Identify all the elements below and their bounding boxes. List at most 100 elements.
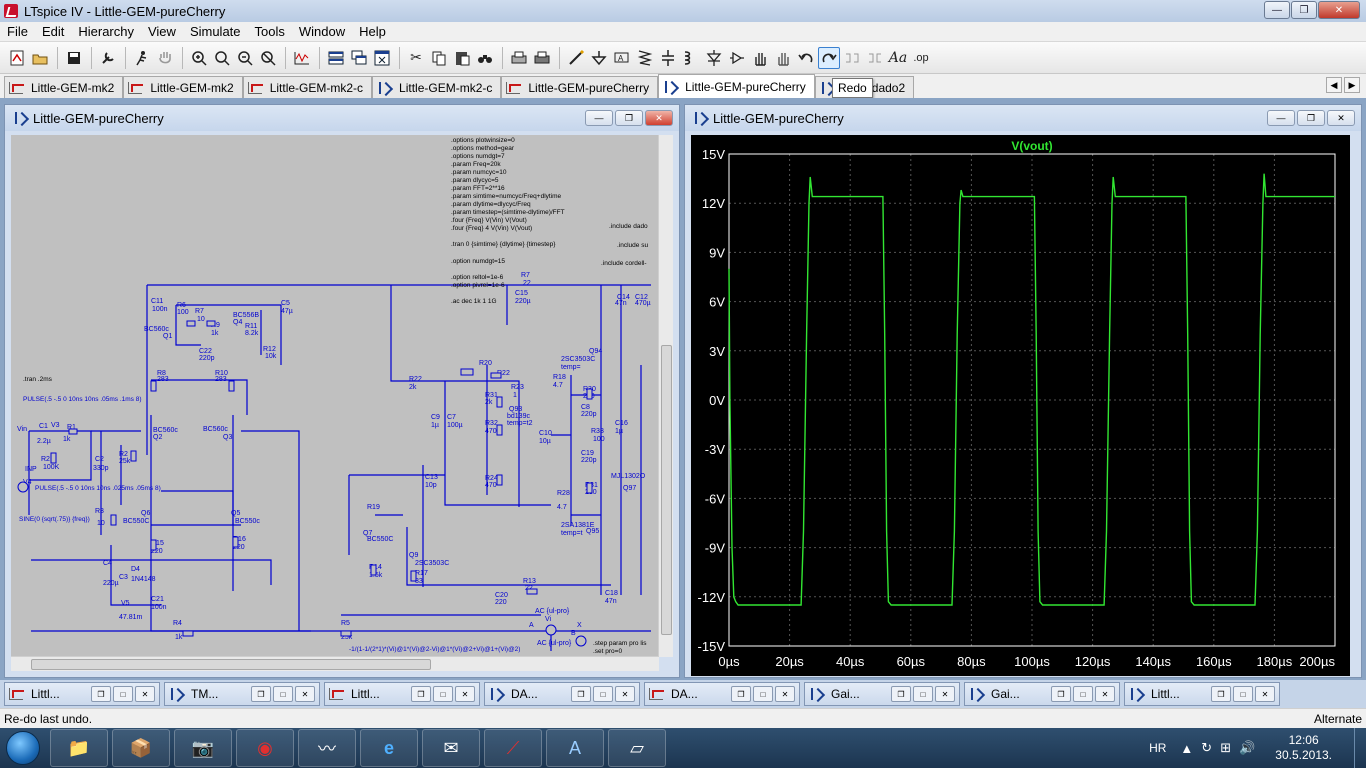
minimized-window[interactable]: Littl... ❐ □ ✕ bbox=[324, 682, 480, 706]
waveform-window-titlebar[interactable]: Little-GEM-pureCherry — ❐ ✕ bbox=[685, 105, 1361, 131]
schematic-vertical-scrollbar[interactable] bbox=[658, 135, 673, 657]
zoom-in-icon[interactable] bbox=[188, 47, 210, 69]
tile-horizontal-icon[interactable] bbox=[325, 47, 347, 69]
restore-button[interactable]: ❐ bbox=[1297, 110, 1325, 126]
text-icon[interactable]: Aa bbox=[887, 47, 909, 69]
restore-button[interactable]: ❐ bbox=[411, 686, 431, 702]
close-button[interactable]: ✕ bbox=[935, 686, 955, 702]
maximize-button[interactable]: □ bbox=[593, 686, 613, 702]
tab-little-gem-purecherry-wave[interactable]: Little-GEM-pureCherry bbox=[501, 76, 659, 98]
outlook-icon[interactable]: ✉ bbox=[422, 729, 480, 767]
tab-little-gem-mk2-wave[interactable]: Little-GEM-mk2 bbox=[4, 76, 124, 98]
open-icon[interactable] bbox=[29, 47, 51, 69]
show-desktop-button[interactable] bbox=[1354, 728, 1366, 768]
minimize-button[interactable]: — bbox=[585, 110, 613, 126]
ie-icon[interactable]: e bbox=[360, 729, 418, 767]
inductor-icon[interactable] bbox=[680, 47, 702, 69]
mirror-icon[interactable] bbox=[864, 47, 886, 69]
scope-icon[interactable]: 〰 bbox=[298, 729, 356, 767]
restore-button[interactable]: ❐ bbox=[1291, 1, 1317, 19]
redo-icon[interactable] bbox=[818, 46, 840, 69]
close-button[interactable]: ✕ bbox=[1318, 1, 1360, 19]
network-icon[interactable]: ⊞ bbox=[1220, 740, 1231, 756]
ltspice-app-icon[interactable] bbox=[4, 4, 18, 18]
close-button[interactable]: ✕ bbox=[135, 686, 155, 702]
undo-icon[interactable] bbox=[795, 47, 817, 69]
waveform-icon[interactable] bbox=[291, 47, 313, 69]
tab-little-gem-purecherry-schematic[interactable]: Little-GEM-pureCherry bbox=[658, 74, 815, 98]
component-icon[interactable] bbox=[726, 47, 748, 69]
find-icon[interactable] bbox=[474, 47, 496, 69]
installer-icon[interactable]: 📦 bbox=[112, 729, 170, 767]
cut-icon[interactable]: ✂ bbox=[405, 47, 427, 69]
minimized-window[interactable]: Gai... ❐ □ ✕ bbox=[804, 682, 960, 706]
schematic-canvas[interactable]: C11100n R6100 R710 R91k R118.2k C547µ R1… bbox=[11, 135, 659, 657]
tab-little-gem-mk2-c-schematic[interactable]: Little-GEM-mk2-c bbox=[372, 76, 502, 98]
trace-name-label[interactable]: V(vout) bbox=[1011, 139, 1052, 153]
plot-canvas[interactable]: 15V 12V 9V 6V 3V 0V -3V -6V -9V -12V -15V 0µs 20µs 4… bbox=[691, 135, 1350, 676]
start-button[interactable] bbox=[0, 728, 46, 768]
minimized-window[interactable]: DA... ❐ □ ✕ bbox=[644, 682, 800, 706]
schematic-window-titlebar[interactable]: Little-GEM-pureCherry — ❐ ✕ bbox=[5, 105, 679, 131]
volume-icon[interactable]: 🔊 bbox=[1239, 740, 1255, 756]
close-button[interactable]: ✕ bbox=[1327, 110, 1355, 126]
minimize-button[interactable]: — bbox=[1264, 1, 1290, 19]
close-button[interactable]: ✕ bbox=[615, 686, 635, 702]
restore-button[interactable]: ❐ bbox=[891, 686, 911, 702]
show-hidden-icons-icon[interactable]: ▲ bbox=[1180, 741, 1193, 756]
tab-scroll-left-icon[interactable]: ◀ bbox=[1326, 77, 1342, 93]
maximize-button[interactable]: □ bbox=[913, 686, 933, 702]
restore-button[interactable]: ❐ bbox=[731, 686, 751, 702]
restore-button[interactable]: ❐ bbox=[251, 686, 271, 702]
camera-icon[interactable]: 📷 bbox=[174, 729, 232, 767]
explorer-icon[interactable]: 📁 bbox=[50, 729, 108, 767]
restore-button[interactable]: ❐ bbox=[1211, 686, 1231, 702]
maximize-button[interactable]: □ bbox=[433, 686, 453, 702]
close-button[interactable]: ✕ bbox=[1255, 686, 1275, 702]
tab-little-gem-mk2-c-wave[interactable]: Little-GEM-mk2-c bbox=[242, 76, 373, 98]
close-button[interactable]: ✕ bbox=[775, 686, 795, 702]
menu-file[interactable]: File bbox=[0, 24, 35, 39]
notepad-icon[interactable]: ▱ bbox=[608, 729, 666, 767]
restore-button[interactable]: ❐ bbox=[615, 110, 643, 126]
clock[interactable]: 12:06 30.5.2013. bbox=[1275, 733, 1332, 763]
zoom-pan-icon[interactable] bbox=[211, 47, 233, 69]
paste-icon[interactable] bbox=[451, 47, 473, 69]
minimize-button[interactable]: — bbox=[1267, 110, 1295, 126]
ground-icon[interactable] bbox=[588, 47, 610, 69]
menu-help[interactable]: Help bbox=[352, 24, 393, 39]
restore-button[interactable]: ❐ bbox=[91, 686, 111, 702]
maximize-button[interactable]: □ bbox=[1073, 686, 1093, 702]
zoom-out-icon[interactable] bbox=[234, 47, 256, 69]
tab-scroll-right-icon[interactable]: ▶ bbox=[1344, 77, 1360, 93]
close-button[interactable]: ✕ bbox=[645, 110, 673, 126]
menu-edit[interactable]: Edit bbox=[35, 24, 71, 39]
resistor-icon[interactable] bbox=[634, 47, 656, 69]
minimized-window[interactable]: TM... ❐ □ ✕ bbox=[164, 682, 320, 706]
minimized-window[interactable]: DA... ❐ □ ✕ bbox=[484, 682, 640, 706]
drag-icon[interactable] bbox=[772, 47, 794, 69]
menu-tools[interactable]: Tools bbox=[248, 24, 292, 39]
new-schematic-icon[interactable] bbox=[6, 47, 28, 69]
cascade-icon[interactable] bbox=[348, 47, 370, 69]
sync-icon[interactable]: ↻ bbox=[1201, 740, 1212, 756]
minimized-window[interactable]: Littl... ❐ □ ✕ bbox=[4, 682, 160, 706]
media-icon[interactable]: ◉ bbox=[236, 729, 294, 767]
minimized-window[interactable]: Littl... ❐ □ ✕ bbox=[1124, 682, 1280, 706]
copy-icon[interactable] bbox=[428, 47, 450, 69]
control-panel-icon[interactable] bbox=[97, 47, 119, 69]
restore-button[interactable]: ❐ bbox=[571, 686, 591, 702]
menu-simulate[interactable]: Simulate bbox=[183, 24, 248, 39]
move-icon[interactable] bbox=[749, 47, 771, 69]
run-icon[interactable] bbox=[131, 47, 153, 69]
save-icon[interactable] bbox=[63, 47, 85, 69]
schematic-horizontal-scrollbar[interactable] bbox=[11, 656, 659, 671]
label-icon[interactable]: A bbox=[611, 47, 633, 69]
zoom-fit-icon[interactable] bbox=[257, 47, 279, 69]
diode-icon[interactable] bbox=[703, 47, 725, 69]
menu-view[interactable]: View bbox=[141, 24, 183, 39]
tab-little-gem-mk2-wave-2[interactable]: Little-GEM-mk2 bbox=[123, 76, 243, 98]
minimized-window[interactable]: Gai... ❐ □ ✕ bbox=[964, 682, 1120, 706]
maximize-button[interactable]: □ bbox=[113, 686, 133, 702]
print-preview-icon[interactable] bbox=[508, 47, 530, 69]
